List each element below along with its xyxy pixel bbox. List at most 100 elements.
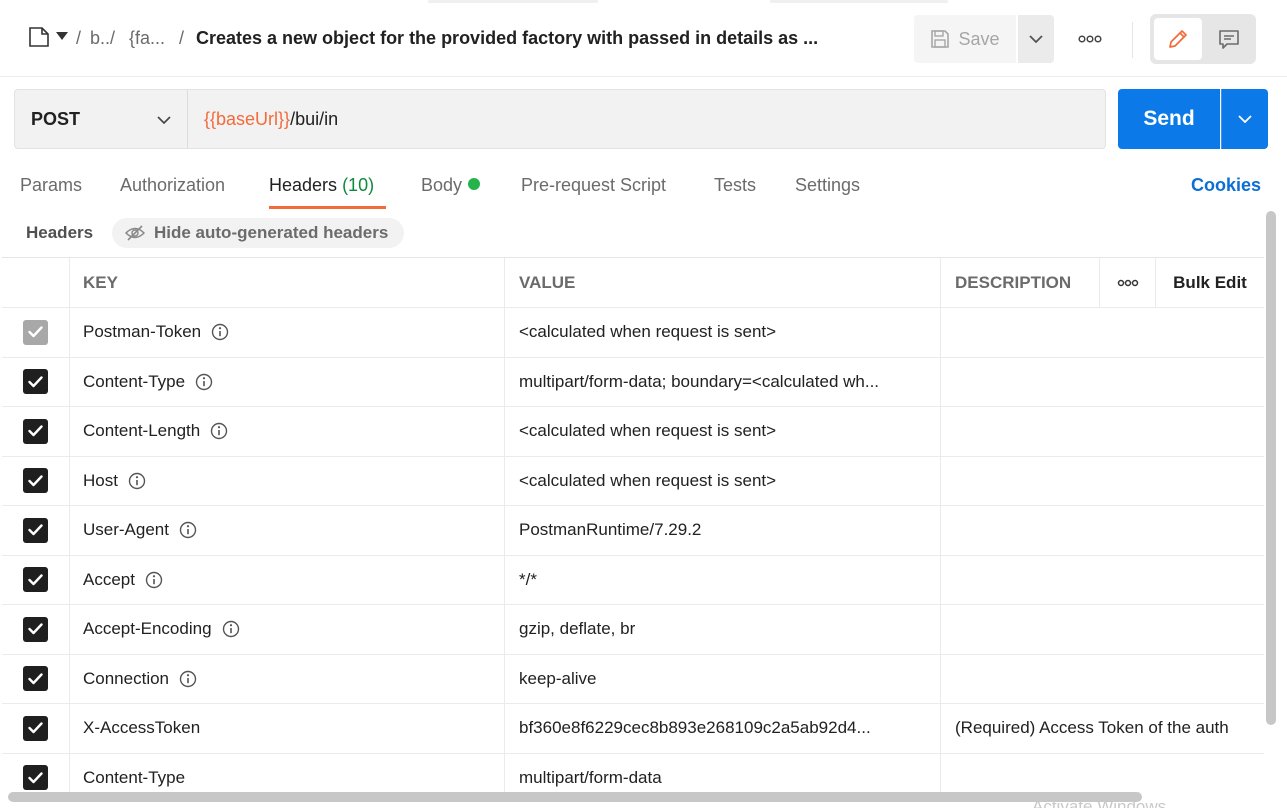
header-key: Host <box>83 470 118 490</box>
tab-headers[interactable]: Headers (10) <box>269 175 374 196</box>
comments-button[interactable] <box>1206 18 1252 60</box>
request-doc-icon[interactable] <box>28 26 50 48</box>
url-input[interactable]: {{baseUrl}}/bui/in <box>187 89 1106 149</box>
send-options-button[interactable] <box>1221 89 1268 149</box>
hide-auto-headers-label: Hide auto-generated headers <box>154 223 389 242</box>
edit-mode-button[interactable] <box>1154 18 1202 60</box>
header-key-cell[interactable]: Accept <box>70 555 505 604</box>
os-watermark: Activate Windows <box>1032 797 1167 808</box>
header-value-cell[interactable]: gzip, deflate, br <box>505 605 941 654</box>
info-icon[interactable] <box>128 472 146 490</box>
header-description-cell[interactable] <box>941 457 1264 506</box>
table-row: Content-Length <calculated when request i… <box>2 407 1264 457</box>
column-value: VALUE <box>505 258 941 307</box>
header-value-cell[interactable]: <calculated when request is sent> <box>505 456 941 505</box>
header-description-cell[interactable] <box>941 754 1264 798</box>
info-icon[interactable] <box>145 571 163 589</box>
caret-down-icon[interactable] <box>56 32 68 40</box>
row-checkbox[interactable] <box>23 517 48 543</box>
header-key: Content-Length <box>83 421 201 441</box>
tab-pre-request-script[interactable]: Pre-request Script <box>521 175 666 196</box>
chevron-down-icon <box>1238 115 1252 123</box>
header-key-cell[interactable]: Accept-Encoding <box>70 605 505 654</box>
tab-settings[interactable]: Settings <box>795 175 860 196</box>
header-key-cell[interactable]: Content-Length <box>70 407 505 456</box>
row-checkbox-cell <box>2 357 70 406</box>
info-icon[interactable] <box>211 323 229 341</box>
header-value-cell[interactable]: PostmanRuntime/7.29.2 <box>505 506 941 555</box>
eye-off-icon <box>125 225 145 241</box>
header-value-cell[interactable]: bf360e8f6229cec8b893e268109c2a5ab92d4... <box>505 704 941 753</box>
header-key-cell[interactable]: Postman-Token <box>70 308 505 357</box>
table-row: Content-Type multipart/form-data <box>2 753 1264 798</box>
info-icon[interactable] <box>179 670 197 688</box>
header-value-cell[interactable]: */* <box>505 555 941 604</box>
more-actions-button[interactable] <box>1074 26 1106 52</box>
info-icon[interactable] <box>195 373 213 391</box>
header-description-cell[interactable] <box>941 556 1264 605</box>
send-button[interactable]: Send <box>1118 89 1220 149</box>
row-checkbox[interactable] <box>23 468 48 494</box>
save-button[interactable]: Save <box>914 15 1016 63</box>
tab-tests[interactable]: Tests <box>714 175 756 196</box>
header-description-cell[interactable] <box>941 358 1264 407</box>
row-checkbox[interactable] <box>23 715 48 741</box>
bulk-edit-button[interactable]: Bulk Edit <box>1156 258 1264 307</box>
save-options-button[interactable] <box>1018 15 1054 63</box>
header-value-cell[interactable]: <calculated when request is sent> <box>505 308 941 357</box>
cookies-link[interactable]: Cookies <box>1191 175 1261 196</box>
header-value-cell[interactable]: keep-alive <box>505 654 941 703</box>
table-row: Host <calculated when request is sent> <box>2 456 1264 506</box>
horizontal-scrollbar[interactable] <box>8 792 1142 802</box>
header-description-cell[interactable] <box>941 655 1264 704</box>
header-description: (Required) Access Token of the auth <box>955 718 1229 738</box>
tab-params[interactable]: Params <box>20 175 82 196</box>
header-value-cell[interactable]: multipart/form-data <box>505 753 941 797</box>
header-value-cell[interactable]: multipart/form-data; boundary=<calculate… <box>505 357 941 406</box>
row-checkbox[interactable] <box>23 765 48 791</box>
header-key-cell[interactable]: Content-Type <box>70 357 505 406</box>
row-checkbox[interactable] <box>23 369 48 395</box>
header-key-cell[interactable]: Host <box>70 456 505 505</box>
header-value: <calculated when request is sent> <box>519 470 777 490</box>
header-description-cell[interactable] <box>941 407 1264 456</box>
ellipsis-icon <box>1078 35 1102 43</box>
header-description-cell[interactable] <box>941 506 1264 555</box>
row-checkbox[interactable] <box>23 319 48 345</box>
tab-authorization[interactable]: Authorization <box>120 175 225 196</box>
tab-body[interactable]: Body <box>421 175 481 196</box>
header-value: multipart/form-data; boundary=<calculate… <box>519 371 880 391</box>
row-checkbox[interactable] <box>23 418 48 444</box>
breadcrumb-folder[interactable]: {fa... <box>129 28 165 49</box>
column-key: KEY <box>70 258 505 307</box>
header-key-cell[interactable]: X-AccessToken <box>70 704 505 753</box>
info-icon[interactable] <box>179 521 197 539</box>
info-icon[interactable] <box>222 620 240 638</box>
request-title[interactable]: Creates a new object for the provided fa… <box>196 28 818 49</box>
header-key-cell[interactable]: Connection <box>70 654 505 703</box>
tab-strip-edge <box>428 0 598 3</box>
header-key-cell[interactable]: Content-Type <box>70 753 505 797</box>
row-checkbox[interactable] <box>23 616 48 642</box>
toolbar-divider <box>1132 22 1133 58</box>
table-header-row: KEY VALUE DESCRIPTION Bulk Edit <box>2 258 1264 308</box>
tab-headers-label: Headers <box>269 175 338 195</box>
header-description-cell[interactable]: (Required) Access Token of the auth <box>941 704 1264 753</box>
row-checkbox[interactable] <box>23 567 48 593</box>
header-key: Connection <box>83 668 170 688</box>
breadcrumb-collection[interactable]: b../ <box>90 28 115 49</box>
method-select[interactable]: POST <box>14 89 188 149</box>
hide-auto-headers-button[interactable]: Hide auto-generated headers <box>112 218 404 248</box>
tab-body-label: Body <box>421 175 463 195</box>
active-tab-indicator <box>269 206 386 209</box>
info-icon[interactable] <box>210 422 228 440</box>
header-description-cell[interactable] <box>941 605 1264 654</box>
header-value-cell[interactable]: <calculated when request is sent> <box>505 407 941 456</box>
pencil-icon <box>1169 30 1187 48</box>
row-checkbox[interactable] <box>23 666 48 692</box>
column-options-button[interactable] <box>1099 258 1156 307</box>
header-key-cell[interactable]: User-Agent <box>70 506 505 555</box>
header-value: <calculated when request is sent> <box>519 421 777 441</box>
header-description-cell[interactable] <box>941 308 1264 357</box>
vertical-scrollbar[interactable] <box>1266 211 1276 725</box>
